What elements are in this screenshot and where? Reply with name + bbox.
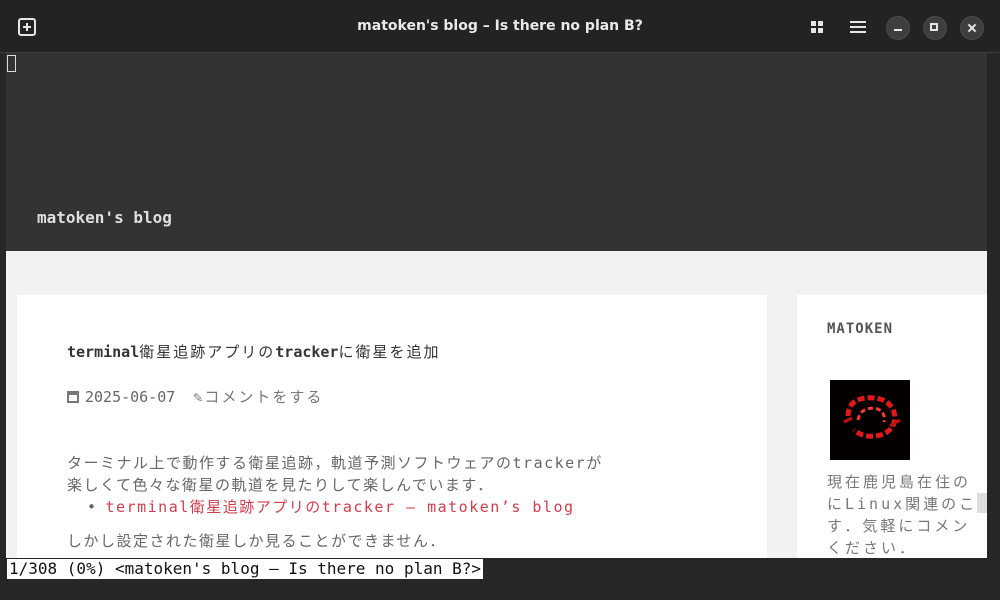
list-item: • terminal衛星追跡アプリのtracker – matoken’s blo… bbox=[67, 496, 603, 518]
post-title-part: に衛星を追加 bbox=[338, 343, 441, 361]
site-header: matoken's blog bbox=[6, 53, 987, 251]
post-title-part: terminal bbox=[67, 343, 140, 361]
page-viewport[interactable]: matoken's blog terminal衛星追跡アプリのtrackerに衛… bbox=[6, 53, 987, 558]
post-title-link[interactable]: terminal衛星追跡アプリのtrackerに衛星を追加 bbox=[67, 341, 441, 362]
minimize-button[interactable] bbox=[886, 16, 910, 40]
avatar bbox=[830, 380, 910, 460]
bio-line: 現在鹿児島在住の bbox=[827, 473, 972, 491]
widget-title: MATOKEN bbox=[827, 321, 894, 337]
paragraph-line: 楽しくて色々な衛星の軌道を見たりして楽しんでいます． bbox=[67, 476, 494, 494]
status-text: 1/308 (0%) <matoken's blog – Is there no… bbox=[7, 559, 484, 579]
text-cursor bbox=[7, 55, 16, 72]
grid-icon[interactable] bbox=[811, 21, 824, 34]
post-title-part: 衛星追跡アプリの bbox=[139, 343, 276, 361]
paragraph-line: ターミナル上で動作する衛星追跡，軌道予測ソフトウェアのtrackerが bbox=[67, 454, 603, 472]
post-card: terminal衛星追跡アプリのtrackerに衛星を追加 2025-06-07… bbox=[17, 295, 767, 558]
window-bottom-border bbox=[0, 580, 1000, 600]
close-button[interactable] bbox=[960, 16, 984, 40]
avatar-image bbox=[843, 395, 901, 439]
paragraph-line: しかし設定された衛星しか見ることができません． bbox=[67, 532, 447, 550]
related-post-link[interactable]: terminal衛星追跡アプリのtracker – matoken’s blog bbox=[106, 498, 575, 516]
sidebar-profile-widget: MATOKEN 現在鹿児島在住の にLinux関連のこ す．気軽にコメン くださ… bbox=[797, 295, 987, 558]
comment-link[interactable]: ✎コメントをする bbox=[193, 388, 323, 406]
profile-bio: 現在鹿児島在住の にLinux関連のこ す．気軽にコメン ください． bbox=[827, 471, 985, 558]
post-title-part: tracker bbox=[275, 343, 339, 361]
bullet: • bbox=[87, 498, 98, 516]
bio-line: す．気軽にコメン bbox=[827, 517, 971, 535]
post-body: ターミナル上で動作する衛星追跡，軌道予測ソフトウェアのtrackerが 楽しくて… bbox=[67, 452, 603, 552]
title-bar: matoken's blog – Is there no plan B? bbox=[0, 0, 1000, 53]
bio-line: にLinux関連のこ bbox=[827, 495, 978, 513]
post-date[interactable]: 2025-06-07 bbox=[85, 388, 175, 406]
status-bar: 1/308 (0%) <matoken's blog – Is there no… bbox=[6, 558, 987, 580]
post-meta: 2025-06-07 ✎コメントをする bbox=[67, 386, 323, 407]
hamburger-menu-icon[interactable] bbox=[850, 21, 866, 33]
bio-line: ください． bbox=[827, 539, 918, 557]
site-title-link[interactable]: matoken's blog bbox=[37, 208, 172, 227]
maximize-button[interactable] bbox=[923, 16, 947, 40]
scrollbar-thumb[interactable] bbox=[977, 493, 987, 513]
calendar-icon bbox=[67, 391, 79, 403]
browser-window: matoken's blog – Is there no plan B? mat… bbox=[0, 0, 1000, 600]
